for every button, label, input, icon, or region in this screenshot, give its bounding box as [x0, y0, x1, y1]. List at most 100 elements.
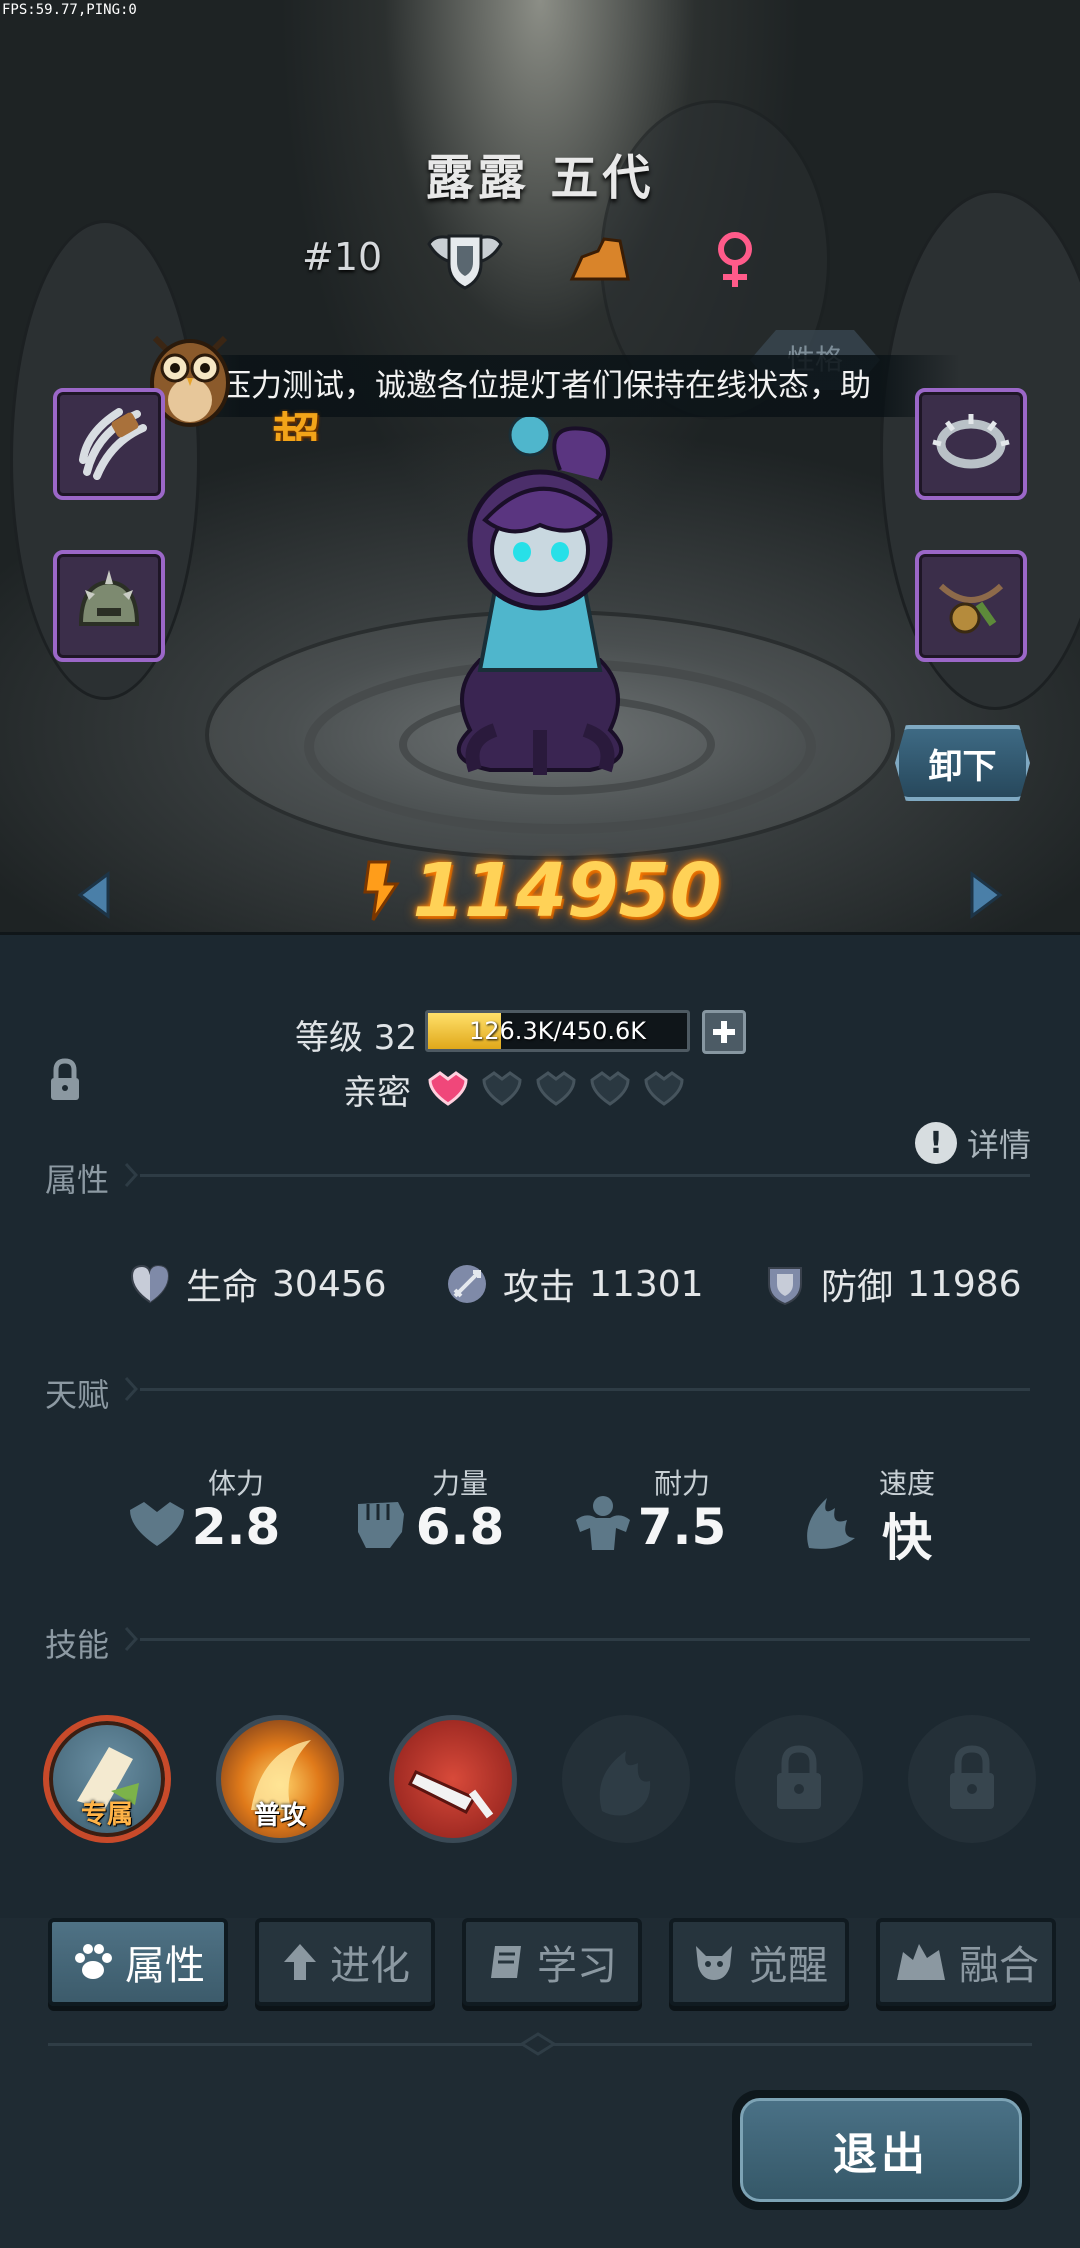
talent-speed-value: 快 — [882, 1509, 932, 1567]
section-title-skills: 技能 — [45, 1626, 110, 1664]
talent-speed-label: 速度 — [878, 1467, 935, 1500]
stat-hp-label: 生命 — [186, 1267, 259, 1308]
talent-strength-value: 6.8 — [415, 1498, 505, 1556]
paw-icon — [75, 1944, 112, 1979]
heart-icon — [130, 1502, 184, 1546]
section-chevron-icon — [124, 1376, 138, 1402]
level-up-plus-button[interactable] — [702, 1010, 746, 1054]
sword-icon — [448, 1265, 486, 1303]
skill-basic-attack[interactable]: 普攻 — [216, 1715, 344, 1843]
combat-power: 114950 — [0, 848, 1080, 934]
detail-button[interactable]: ! 详情 — [915, 1120, 1031, 1166]
talent-strength: 力量 6.8 — [350, 1462, 550, 1572]
heart-empty-icon — [482, 1071, 522, 1106]
female-gender-icon — [695, 225, 775, 295]
divider-ornament-icon — [520, 2032, 556, 2056]
stat-hp: 生命 30456 — [128, 1258, 387, 1310]
talent-stamina-value: 2.8 — [191, 1498, 281, 1556]
lock-icon[interactable] — [48, 1058, 82, 1104]
heart-filled-icon — [428, 1071, 468, 1106]
equip-slot-helmet[interactable] — [53, 550, 165, 662]
broadsword-icon — [407, 1770, 494, 1819]
skill-slot-locked[interactable] — [908, 1715, 1036, 1843]
info-exclamation-icon: ! — [915, 1122, 957, 1164]
stat-defense-label: 防御 — [821, 1267, 894, 1308]
equip-slot-claw[interactable] — [53, 388, 165, 500]
tab-merge[interactable]: 融合 — [876, 1918, 1056, 2006]
tab-awaken-label: 觉醒 — [748, 1943, 828, 1989]
bell-necklace-icon — [938, 583, 1004, 634]
hero-name: 露露 五代 — [425, 150, 655, 206]
equip-slot-collar[interactable] — [915, 388, 1027, 500]
talent-stamina-label: 体力 — [207, 1467, 264, 1500]
exit-button[interactable]: 退出 — [732, 2090, 1030, 2210]
padlock-icon — [777, 1745, 821, 1809]
hero-detail-screen: { "debug": { "fps_text": "FPS:59.77,PING… — [0, 0, 1080, 2248]
equip-slot-necklace[interactable] — [915, 550, 1027, 662]
heart-empty-icon — [644, 1071, 684, 1106]
talent-strength-label: 力量 — [431, 1467, 488, 1500]
terrain-type-icon[interactable] — [560, 225, 640, 295]
talent-speed: 速度 快 — [797, 1462, 997, 1572]
heart-empty-icon — [536, 1071, 576, 1106]
heart-empty-icon — [590, 1071, 630, 1106]
book-icon — [491, 1946, 521, 1978]
combat-power-value: 114950 — [412, 848, 722, 934]
skill-basic-attack-label: 普攻 — [253, 1801, 306, 1831]
fist-icon — [358, 1502, 404, 1548]
talent-endurance-label: 耐力 — [653, 1467, 710, 1500]
plus-icon — [713, 1021, 735, 1043]
xp-text: 126.3K/450.6K — [469, 1017, 646, 1045]
stat-attack: 攻击 11301 — [445, 1258, 704, 1310]
heart-shield-icon — [130, 1264, 170, 1304]
hero-rank: #10 — [302, 235, 383, 279]
talent-endurance: 耐力 7.5 — [572, 1462, 772, 1572]
skill-exclusive-label: 专属 — [80, 1800, 133, 1830]
stat-attack-label: 攻击 — [503, 1267, 576, 1308]
beast-icon — [696, 1946, 732, 1980]
spiked-collar-icon — [932, 414, 1010, 469]
arrow-up-icon — [284, 1944, 316, 1980]
section-divider — [140, 1638, 1030, 1641]
shield-icon — [768, 1267, 802, 1306]
hero-character[interactable] — [400, 400, 680, 780]
rarity-label: 超稀有 — [272, 409, 321, 441]
section-title-attributes: 属性 — [45, 1161, 110, 1199]
spiked-helmet-icon — [78, 570, 140, 626]
scrolling-notice: 压力测试，诚邀各位提灯者们保持在线状态，助 — [160, 355, 960, 417]
skill-exclusive[interactable]: 专属 — [43, 1715, 171, 1843]
section-divider — [140, 1174, 1030, 1177]
tab-evolve[interactable]: 进化 — [255, 1918, 435, 2006]
skill-slot-locked[interactable] — [735, 1715, 863, 1843]
stat-hp-value: 30456 — [272, 1263, 387, 1305]
tab-attributes[interactable]: 属性 — [48, 1918, 228, 2006]
claw-weapon-icon — [79, 408, 147, 480]
detail-label: 详情 — [967, 1126, 1032, 1164]
tab-learn[interactable]: 学习 — [462, 1918, 642, 2006]
section-chevron-icon — [124, 1162, 138, 1188]
skill-slot-inactive[interactable] — [562, 1715, 690, 1843]
tab-merge-label: 融合 — [959, 1943, 1039, 1989]
tab-awaken[interactable]: 觉醒 — [669, 1918, 849, 2006]
section-title-talents: 天赋 — [45, 1376, 110, 1414]
hero-scene: FPS:59.77,PING:0 露露 五代 #10 性格 压力测试，诚邀各位提… — [0, 0, 1080, 935]
xp-bar: 126.3K/450.6K — [425, 1010, 690, 1052]
intimacy-hearts — [426, 1068, 686, 1108]
winged-shield-icon[interactable] — [425, 225, 505, 295]
flame-silhouette-icon — [599, 1751, 651, 1816]
unequip-button[interactable]: 卸下 — [895, 725, 1030, 801]
section-chevron-icon — [124, 1626, 138, 1652]
talent-stamina: 体力 2.8 — [126, 1462, 326, 1572]
merge-icon — [897, 1944, 945, 1980]
exit-button-label: 退出 — [740, 2098, 1022, 2202]
talent-endurance-value: 7.5 — [637, 1498, 727, 1556]
muscle-icon — [576, 1496, 630, 1550]
skill-sword-strike[interactable] — [389, 1715, 517, 1843]
fps-counter: FPS:59.77,PING:0 — [2, 2, 137, 18]
wing-icon — [807, 1498, 855, 1549]
tab-evolve-label: 进化 — [330, 1943, 410, 1989]
section-divider — [140, 1388, 1030, 1391]
tab-attributes-label: 属性 — [125, 1943, 205, 1989]
power-fist-icon — [362, 860, 400, 921]
stat-defense: 防御 11986 — [763, 1258, 1022, 1310]
